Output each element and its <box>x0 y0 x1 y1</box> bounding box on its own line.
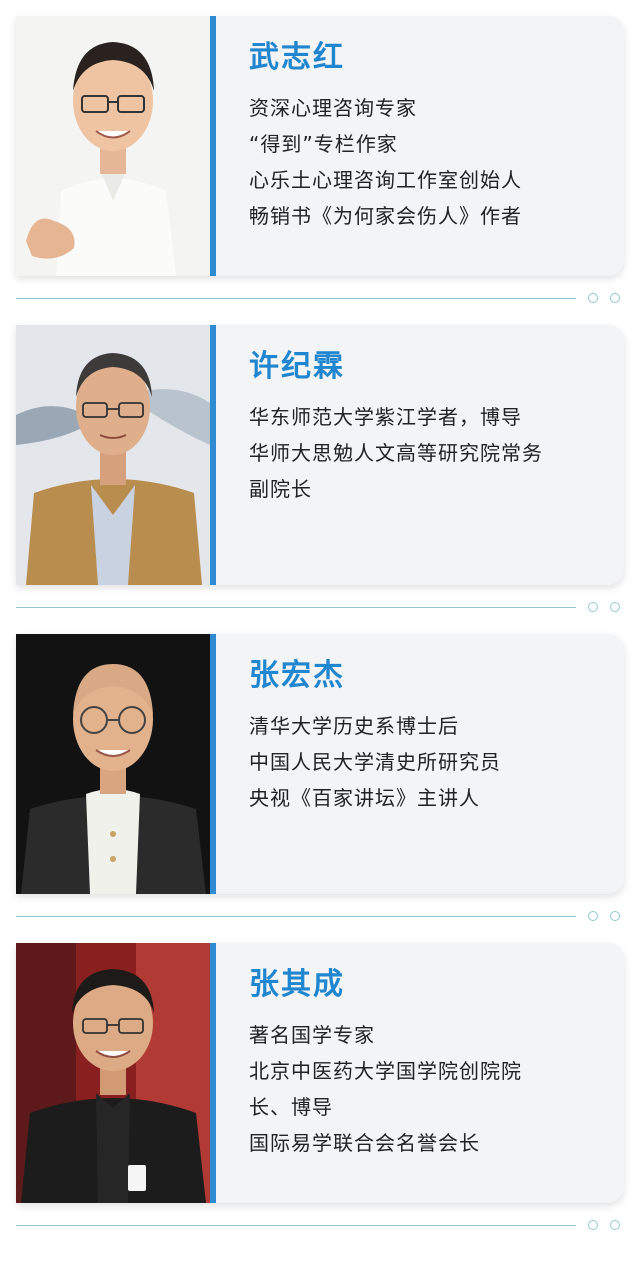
expert-title-line: “得到”专栏作家 <box>249 132 398 156</box>
accent-bar <box>210 943 216 1203</box>
expert-title-line: 副院长 <box>249 477 312 501</box>
section-divider <box>16 601 624 615</box>
circle-icon <box>610 911 620 921</box>
profile-card: 武志红 资深心理咨询专家 “得到”专栏作家 心乐土心理咨询工作室创始人 畅销书《… <box>16 16 624 276</box>
portrait-photo <box>16 943 210 1203</box>
portrait-photo <box>16 325 210 585</box>
expert-title-line: 清华大学历史系博士后 <box>249 714 459 738</box>
circle-icon <box>588 911 598 921</box>
expert-name: 张宏杰 <box>249 658 345 693</box>
section-divider <box>16 910 624 924</box>
accent-bar <box>210 16 216 276</box>
expert-title-line: 长、博导 <box>249 1095 333 1119</box>
circle-icon <box>588 1220 598 1230</box>
expert-title-line: 著名国学专家 <box>249 1023 375 1047</box>
expert-title-line: 华师大思勉人文高等研究院常务 <box>249 441 543 465</box>
expert-title-line: 华东师范大学紫江学者，博导 <box>249 405 522 429</box>
expert-name: 武志红 <box>249 40 345 75</box>
expert-title-line: 心乐土心理咨询工作室创始人 <box>249 168 522 192</box>
accent-bar <box>210 634 216 894</box>
circle-icon <box>610 602 620 612</box>
expert-name: 张其成 <box>249 967 345 1002</box>
expert-title-line: 北京中医药大学国学院创院院 <box>249 1059 522 1083</box>
expert-title-line: 资深心理咨询专家 <box>249 96 417 120</box>
profile-card: 许纪霖 华东师范大学紫江学者，博导 华师大思勉人文高等研究院常务 副院长 <box>16 325 624 585</box>
circle-icon <box>610 293 620 303</box>
portrait-photo <box>16 634 210 894</box>
accent-bar <box>210 325 216 585</box>
profile-card: 张宏杰 清华大学历史系博士后 中国人民大学清史所研究员 央视《百家讲坛》主讲人 <box>16 634 624 894</box>
expert-title-line: 畅销书《为何家会伤人》作者 <box>249 204 522 228</box>
portrait-photo <box>16 16 210 276</box>
expert-title-line: 国际易学联合会名誉会长 <box>249 1131 480 1155</box>
expert-title-line: 中国人民大学清史所研究员 <box>249 750 501 774</box>
expert-name: 许纪霖 <box>249 349 345 384</box>
section-divider <box>16 1219 624 1233</box>
expert-title-line: 央视《百家讲坛》主讲人 <box>249 786 480 810</box>
profile-card: 张其成 著名国学专家 北京中医药大学国学院创院院 长、博导 国际易学联合会名誉会… <box>16 943 624 1203</box>
circle-icon <box>588 293 598 303</box>
circle-icon <box>588 602 598 612</box>
circle-icon <box>610 1220 620 1230</box>
section-divider <box>16 292 624 306</box>
